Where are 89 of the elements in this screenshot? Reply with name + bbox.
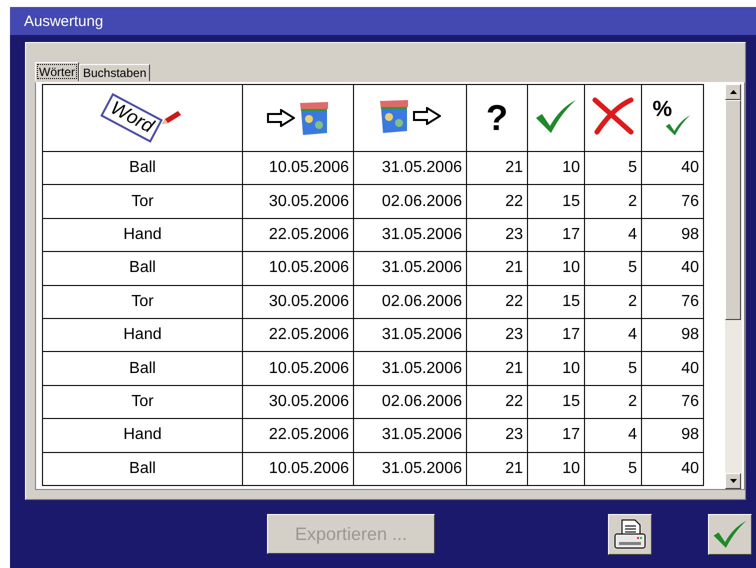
table-cell: 21 [466,252,528,286]
table-cell: 23 [466,418,528,452]
table-cell: 17 [528,418,584,452]
table-cell: 5 [584,152,642,185]
tab[interactable]: Wörter [35,62,79,81]
table-cell: 4 [584,318,642,352]
checkmark-icon [712,519,748,549]
table-cell: 98 [642,218,704,252]
table-cell: 98 [642,318,704,352]
table-cell: 30.05.2006 [242,184,354,218]
table-cell: 4 [584,218,642,252]
printer-icon [613,518,647,550]
cross-icon [591,96,635,136]
table-cell: Tor [42,184,242,218]
table-cell: 76 [642,285,704,318]
table-cell: 23 [466,218,528,252]
table-cell: 15 [528,385,584,419]
table-cell: 23 [466,318,528,352]
percent-header: % [652,96,672,122]
into-box-icon [267,101,329,135]
table-cell: 22 [466,385,528,419]
table-cell: 17 [528,218,584,252]
table-cell: 30.05.2006 [242,285,354,318]
checkmark-icon [534,98,578,134]
scrollbar[interactable] [725,84,742,489]
tab[interactable]: Buchstaben [79,64,150,81]
table-cell: 2 [584,285,642,318]
window-title: Auswertung [24,13,104,30]
table-cell: 40 [642,252,704,286]
column-header: ? [486,97,508,138]
table-cell: 31.05.2006 [354,218,466,252]
scroll-down-icon[interactable] [730,479,736,483]
table-cell: 22.05.2006 [242,218,354,252]
table-cell: 5 [584,352,642,386]
table-cell: Hand [42,418,242,452]
table-cell: 02.06.2006 [354,385,466,419]
table-cell: 40 [642,452,704,486]
table-cell: 76 [642,385,704,419]
scroll-thumb[interactable] [725,100,741,320]
table-cell: 17 [528,318,584,352]
table-cell: Ball [42,452,242,486]
scroll-up-icon[interactable] [730,90,736,94]
table-cell: 21 [466,152,528,185]
table-cell: 30.05.2006 [242,385,354,419]
table-cell: 31.05.2006 [354,152,466,185]
pencil-icon [160,110,182,126]
table-cell: Hand [42,318,242,352]
table-cell: 2 [584,184,642,218]
table-cell: Ball [42,152,242,185]
table-cell: 10.05.2006 [242,452,354,486]
table-cell: Tor [42,385,242,419]
table-cell: 10 [528,452,584,486]
table-cell: 10.05.2006 [242,152,354,185]
table-cell: 22 [466,184,528,218]
table-cell: 22 [466,285,528,318]
table-cell: 22.05.2006 [242,418,354,452]
table-cell: 5 [584,452,642,486]
table-cell: 31.05.2006 [354,318,466,352]
table-cell: 2 [584,385,642,419]
word-logo: Word [100,93,163,143]
table-cell: 98 [642,418,704,452]
table-cell: 10 [528,252,584,286]
table-cell: 5 [584,252,642,286]
table-cell: Ball [42,252,242,286]
table-cell: 10.05.2006 [242,252,354,286]
table-cell: 10.05.2006 [242,352,354,386]
out-of-box-icon [379,98,441,132]
print-button[interactable] [608,514,652,554]
table-cell: 02.06.2006 [354,285,466,318]
table-cell: 21 [466,452,528,486]
table-cell: 10 [528,352,584,386]
table-cell: 21 [466,352,528,386]
table-cell: 22.05.2006 [242,318,354,352]
table-cell: 40 [642,352,704,386]
ok-button[interactable] [708,514,752,554]
table-cell: 15 [528,184,584,218]
table-cell: 31.05.2006 [354,452,466,486]
table-cell: Tor [42,285,242,318]
table-cell: 4 [584,418,642,452]
table-cell: 02.06.2006 [354,184,466,218]
table-cell: 10 [528,152,584,185]
table-cell: 31.05.2006 [354,352,466,386]
table-cell: 40 [642,152,704,185]
table-cell: 31.05.2006 [354,252,466,286]
table-cell: 31.05.2006 [354,418,466,452]
table-cell: 15 [528,285,584,318]
table-cell: Ball [42,352,242,386]
table-cell: Hand [42,218,242,252]
table-cell: 76 [642,184,704,218]
